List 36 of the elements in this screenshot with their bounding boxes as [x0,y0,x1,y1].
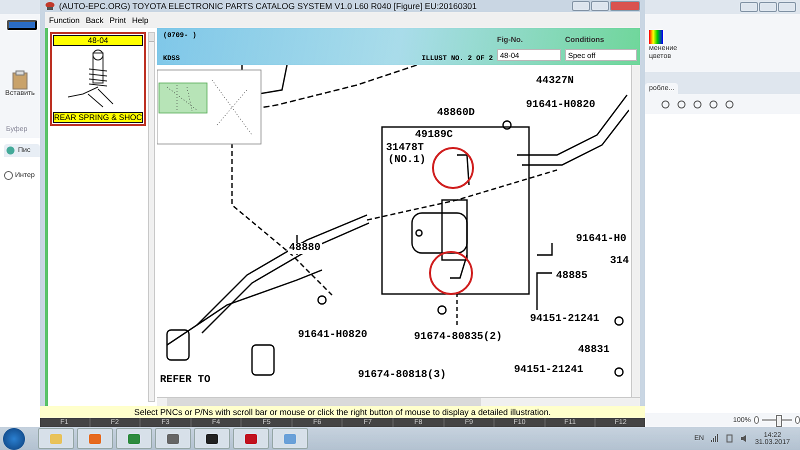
close-button[interactable] [778,2,796,12]
figure-code: 48-04 [53,35,143,46]
highlight-circle [432,147,474,189]
minimize-button[interactable] [572,1,590,11]
menu-item[interactable]: Help [132,16,148,24]
taskbar-button[interactable] [194,428,230,449]
window-title: (AUTO-EPC.ORG) TOYOTA ELECTRONIC PARTS CATALOG SYSTEM V1.0 L60 R040 [Figure] EU:20160301 [59,1,478,11]
info-icon [4,171,13,180]
maximize-button[interactable] [591,1,609,11]
scrollbar[interactable] [148,32,155,402]
app-icon [45,1,55,11]
menu-item[interactable]: Function [49,16,80,24]
zoom-in-button[interactable] [794,416,800,424]
start-button[interactable] [3,428,25,450]
color-palette-icon[interactable] [649,30,663,44]
volume-icon[interactable] [740,434,749,443]
menu-item[interactable]: Back [86,16,104,24]
figure-caption: REAR SPRING & SHOC [53,112,143,123]
file-menu-button[interactable] [6,20,36,30]
status-message: Select PNCs or P/Ns with scroll bar or mouse or click the right button of mouse to display a detailed illustration. [40,406,645,418]
part-number-label[interactable]: 91674-80818(3) [357,370,448,381]
scrollbar[interactable] [157,397,640,406]
battery-icon[interactable] [724,434,734,443]
window-title-bar [0,0,40,14]
part-number-label[interactable]: 91674-80835(2) [413,332,504,343]
figure-thumbnail[interactable]: 48-04 REAR SPRING & SHOC [50,32,146,126]
zoom-slider-thumb[interactable] [776,415,782,427]
highlight-circle [429,251,473,295]
part-number-label[interactable]: 48880 [288,243,322,254]
menu-item[interactable]: Print [109,16,126,24]
part-number-label[interactable]: (NO.1) [387,155,427,166]
minimize-button[interactable] [740,2,758,12]
maximize-button[interactable] [759,2,777,12]
signal-icon[interactable] [710,434,719,443]
scrollbar[interactable] [631,65,640,397]
zoom-out-button[interactable] [754,416,760,424]
